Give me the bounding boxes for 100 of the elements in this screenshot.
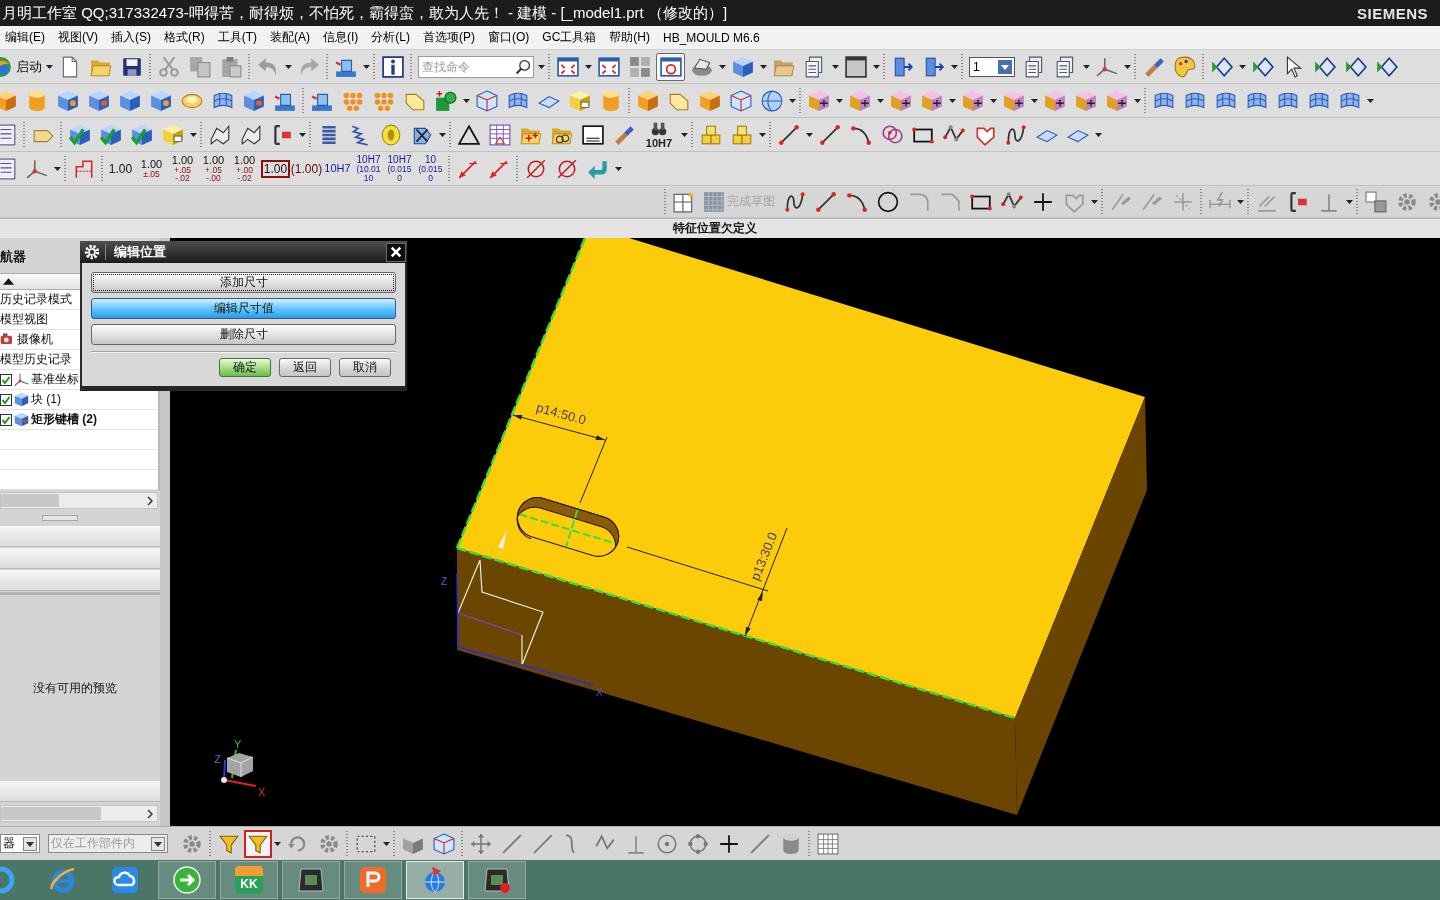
axes-icon[interactable] [25,157,48,180]
caret-icon[interactable] [438,132,446,137]
menu-item[interactable]: GC工具箱 [542,29,597,46]
clipboard-icon[interactable] [219,55,242,78]
diamond-arrow-icon[interactable] [1344,55,1367,78]
tiles-icon[interactable] [628,55,651,78]
caret-icon[interactable] [758,132,766,137]
linked-circles-icon[interactable] [880,123,903,146]
shapes-icon[interactable] [434,89,457,112]
scrollbar-thumb[interactable] [1,494,59,507]
diameter-icon[interactable] [555,157,578,180]
tree-node[interactable]: 矩形键槽 (2) [31,411,97,428]
curve-icon[interactable] [1004,123,1027,146]
list-icon[interactable] [0,157,17,180]
caret-icon[interactable] [1030,98,1038,103]
caret-icon[interactable] [614,166,622,171]
triangle-icon[interactable] [457,123,480,146]
caret-icon[interactable] [284,64,292,69]
note-icon[interactable] [581,123,604,146]
bent-sheet-icon[interactable] [239,123,262,146]
wireframe-cube-icon[interactable] [729,89,752,112]
option-button[interactable]: 编辑尺寸值 [91,298,396,319]
diamond-arrow-icon[interactable] [1313,55,1336,78]
caret-icon[interactable] [362,64,370,69]
dimension-style-button[interactable]: 10H7 (0.015 0 [384,152,415,185]
menu-item[interactable]: 工具(T) [217,29,257,46]
arc-icon[interactable] [849,123,872,146]
caret-icon[interactable] [759,64,767,69]
sort-arrow-icon[interactable] [3,278,14,285]
table-icon[interactable] [488,123,511,146]
search-icon[interactable] [515,58,531,75]
dialog-title-bar[interactable]: 编辑位置 [80,241,407,263]
search-field[interactable]: 查找命令 [418,55,534,78]
caret-icon[interactable] [876,98,884,103]
dimension-style-button[interactable]: 1.00 [105,152,136,185]
menu-item[interactable]: 信息(I) [323,29,359,46]
caret-icon[interactable] [948,98,956,103]
scrollbar[interactable] [0,805,158,822]
dimension-style-button[interactable]: 1.00 +.00 -.02 [229,152,260,185]
cube-icon[interactable] [1043,89,1066,112]
dimension-style-button[interactable]: 1.00 +.05 -.02 [167,152,198,185]
caret-icon[interactable] [53,166,61,171]
checked-cube-icon[interactable] [68,123,91,146]
filter-dropdown[interactable]: 器 [0,834,40,853]
target-icon[interactable] [655,832,678,855]
palette-icon[interactable] [1173,55,1196,78]
checkbox[interactable] [0,393,12,406]
menu-item[interactable]: 首选项(P) [423,29,475,46]
checkbox[interactable] [0,413,12,426]
caret-icon[interactable] [537,64,545,69]
wireframe-cube-icon[interactable] [432,832,455,855]
taskbar-button[interactable] [158,861,216,899]
caret-icon[interactable] [189,132,197,137]
caret-icon[interactable] [1366,98,1374,103]
diameter-icon[interactable] [524,157,547,180]
cube-icon[interactable] [118,89,141,112]
dimension-style-button[interactable]: 1.00 ±.05 [136,152,167,185]
diamond-arrow-icon[interactable] [1251,55,1274,78]
tree-node[interactable]: 模型历史记录 [0,351,72,368]
view-triad[interactable] [221,749,257,787]
brush-icon[interactable] [1142,55,1165,78]
dimension-style-button[interactable]: (1.00) [291,152,322,185]
sketch-icon[interactable] [672,190,695,213]
taskbar-button[interactable] [282,861,340,899]
dimension-style-button[interactable]: 10H7 [322,152,353,185]
menu-item[interactable]: 帮助(H) [609,29,650,46]
tree-node[interactable]: 模型视图 [0,311,48,328]
dimension-style-button[interactable]: 10H7 (10.01 10 [353,152,384,185]
menu-item[interactable]: 编辑(E) [5,29,45,46]
caret-icon[interactable] [584,64,592,69]
caret-icon[interactable] [462,98,470,103]
dimension-line[interactable] [626,527,788,637]
taskbar-button[interactable] [344,861,402,899]
info-icon[interactable] [381,55,404,78]
cube-icon[interactable] [1074,89,1097,112]
caret-icon[interactable] [1123,64,1131,69]
caret-icon[interactable] [805,132,813,137]
bent-sheet-icon[interactable] [208,123,231,146]
caret-icon[interactable] [382,841,390,846]
caret-icon[interactable] [273,841,281,846]
dimension-style-button[interactable]: 1.00 +.05 -.00 [198,152,229,185]
layer-dropdown[interactable]: 1 [969,56,1015,77]
checked-cube-icon[interactable] [130,123,153,146]
menu-item[interactable]: 装配(A) [270,29,310,46]
curve-icon[interactable] [783,190,806,213]
caret-icon[interactable] [835,98,843,103]
menu-item[interactable]: 窗口(O) [488,29,530,46]
fit-view-icon[interactable] [556,55,579,78]
tree-node[interactable]: 基准坐标 [31,371,79,388]
caret-icon[interactable] [298,132,306,137]
move-icon[interactable] [469,832,492,855]
fit-view-icon[interactable] [597,55,620,78]
caret-icon[interactable] [718,64,726,69]
save-icon[interactable] [120,55,143,78]
caret-icon[interactable] [1094,132,1102,137]
cube-icon[interactable] [731,55,754,78]
caret-icon[interactable] [788,98,796,103]
blocks-icon[interactable] [730,123,753,146]
caret-icon[interactable] [872,64,880,69]
settings-icon[interactable] [84,244,100,260]
